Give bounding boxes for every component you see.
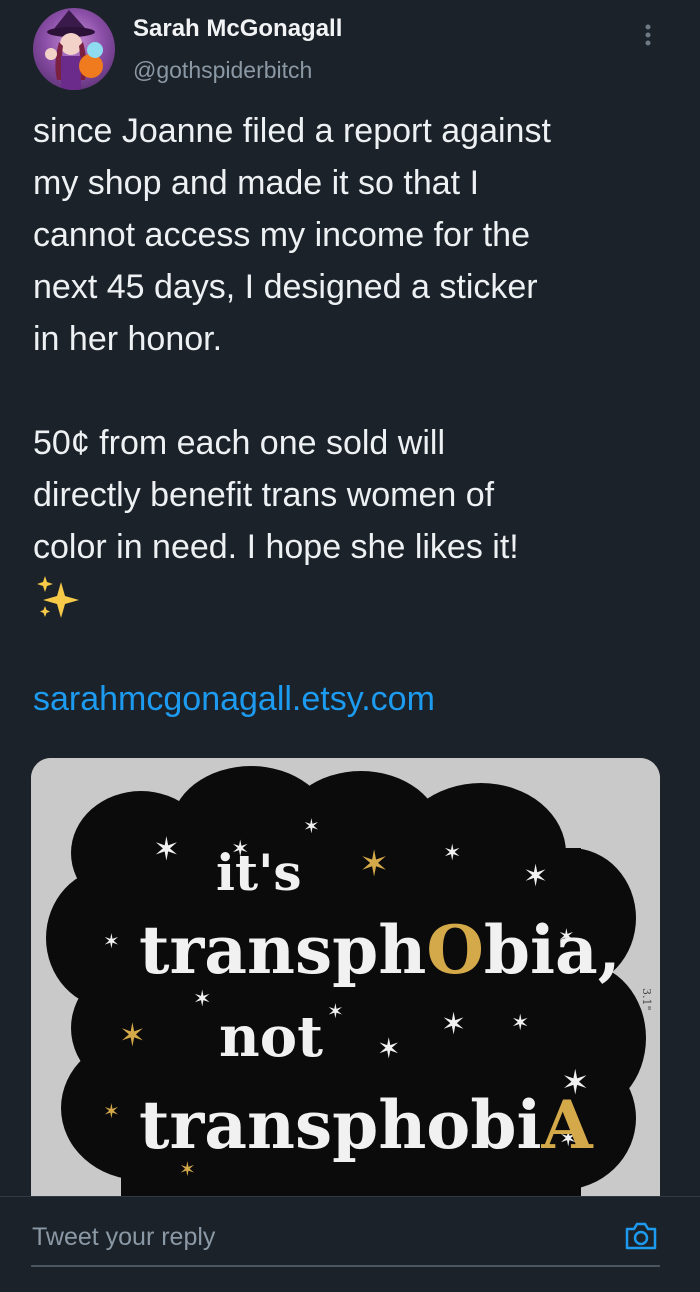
svg-text:✶: ✶ [443, 841, 461, 866]
shop-link[interactable]: sarahmcgonagall.etsy.com [33, 680, 435, 719]
svg-text:✶: ✶ [327, 999, 344, 1023]
camera-icon[interactable] [624, 1221, 658, 1251]
svg-text:✶: ✶ [153, 830, 180, 868]
svg-text:✶: ✶ [103, 1099, 120, 1123]
svg-text:✶: ✶ [303, 814, 320, 838]
more-options-icon[interactable] [636, 18, 660, 52]
size-label: 3.1" [640, 988, 653, 1011]
sparkles-icon [33, 574, 81, 622]
svg-text:✶: ✶ [103, 929, 120, 953]
sticker-image: ✶ ✶ ✶ ✶ ✶ ✶ ✶ ✶ ✶ ✶ ✶ ✶ ✶ ✶ ✶ ✶ ✶ ✶ it's… [31, 758, 660, 1208]
tweet-image[interactable]: ✶ ✶ ✶ ✶ ✶ ✶ ✶ ✶ ✶ ✶ ✶ ✶ ✶ ✶ ✶ ✶ ✶ ✶ it's… [31, 758, 660, 1208]
svg-text:✶: ✶ [511, 1011, 529, 1036]
sticker-line-1: it's [216, 843, 302, 902]
svg-text:transphObia,: transphObia, [139, 911, 621, 989]
sticker-line-2-gold: O [426, 911, 484, 989]
svg-text:✶: ✶ [359, 844, 389, 885]
svg-text:✶: ✶ [523, 859, 548, 894]
sticker-line-2-pre: transph [139, 911, 426, 989]
reply-bar: Tweet your reply [0, 1196, 700, 1292]
sticker-line-2-post: bia, [484, 911, 621, 989]
avatar[interactable] [33, 8, 115, 90]
svg-text:✶: ✶ [441, 1007, 466, 1042]
svg-text:transphobiA: transphobiA [139, 1086, 594, 1164]
sticker-line-3: not [219, 1004, 323, 1070]
svg-text:✶: ✶ [119, 1016, 146, 1054]
tweet-text: since Joanne filed a report against my s… [33, 112, 551, 566]
svg-text:✶: ✶ [193, 987, 211, 1012]
tweet-header: Sarah McGonagall @gothspiderbitch [0, 0, 700, 105]
sticker-line-4-pre: transphobi [139, 1086, 542, 1164]
svg-text:✶: ✶ [377, 1032, 400, 1065]
sticker-line-4-gold: A [541, 1086, 594, 1164]
reply-input[interactable]: Tweet your reply [32, 1223, 215, 1252]
reply-underline [31, 1265, 660, 1267]
author-handle[interactable]: @gothspiderbitch [133, 57, 312, 84]
author-name[interactable]: Sarah McGonagall [133, 15, 342, 43]
